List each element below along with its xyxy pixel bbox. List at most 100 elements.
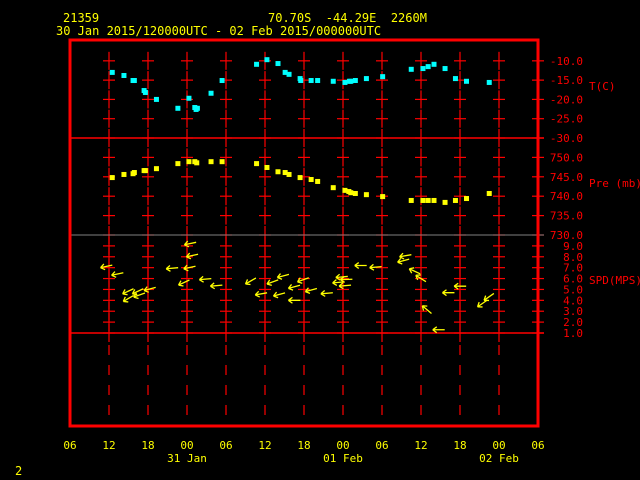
wind-arrow-shape bbox=[369, 263, 382, 271]
wind-arrow-shape bbox=[408, 267, 421, 275]
wind-arrow-shape bbox=[421, 305, 432, 314]
wind-arrow-shape bbox=[483, 292, 495, 302]
pressure-point bbox=[408, 197, 414, 203]
temperature-point bbox=[486, 79, 492, 85]
wind-arrow bbox=[177, 279, 190, 287]
temperature-point bbox=[363, 76, 369, 82]
x-tick-label: 00 bbox=[336, 439, 349, 452]
pressure-point bbox=[464, 196, 469, 202]
y-tick-label: -10.0 bbox=[550, 55, 583, 68]
wind-arrow-shape bbox=[442, 289, 455, 297]
wind-arrow bbox=[432, 326, 445, 334]
pressure-point bbox=[297, 175, 303, 181]
wind-arrow-shape bbox=[288, 296, 301, 304]
temperature-point bbox=[175, 105, 181, 111]
y-tick-label: -20.0 bbox=[550, 93, 583, 106]
wind-arrow bbox=[369, 263, 382, 271]
date-label: 02 Feb bbox=[479, 452, 519, 465]
wind-arrow-shape bbox=[276, 273, 290, 280]
wind-arrow bbox=[209, 282, 223, 290]
panel-label-temperature: T(C) bbox=[589, 80, 616, 93]
temperature-point bbox=[194, 105, 200, 111]
wind-arrow bbox=[320, 290, 333, 297]
wind-arrow bbox=[198, 275, 212, 283]
pressure-point bbox=[194, 160, 200, 166]
temperature-point bbox=[348, 78, 354, 84]
temperature-point bbox=[264, 57, 270, 63]
pressure-point bbox=[442, 199, 448, 205]
temperature-point bbox=[342, 79, 348, 85]
pressure-point bbox=[380, 194, 386, 200]
wind-arrow bbox=[183, 264, 196, 272]
temperature-point bbox=[131, 78, 137, 84]
pressure-point bbox=[431, 197, 437, 203]
wind-arrow bbox=[338, 282, 352, 290]
temperature-point bbox=[254, 61, 260, 67]
wind-arrow-shape bbox=[183, 264, 196, 272]
pressure-point bbox=[142, 168, 148, 174]
pressure-point bbox=[131, 170, 137, 176]
temperature-point bbox=[352, 78, 358, 84]
x-tick-label: 00 bbox=[180, 439, 193, 452]
wind-arrow-shape bbox=[185, 252, 199, 260]
wind-arrow bbox=[288, 296, 301, 304]
temperature-point bbox=[208, 90, 214, 96]
wind-arrow-shape bbox=[272, 291, 286, 299]
temperature-point bbox=[452, 76, 458, 82]
pressure-point bbox=[315, 178, 321, 184]
wind-arrow bbox=[354, 262, 367, 269]
temperature-point bbox=[425, 64, 431, 70]
pressure-point bbox=[121, 171, 127, 177]
wind-arrow-shape bbox=[177, 279, 190, 287]
x-tick-label: 00 bbox=[492, 439, 505, 452]
wind-arrow bbox=[272, 291, 286, 299]
temperature-point bbox=[308, 78, 314, 84]
wind-arrow bbox=[483, 292, 495, 302]
pressure-point bbox=[186, 159, 192, 165]
y-tick-label: -25.0 bbox=[550, 113, 583, 126]
wind-arrow-shape bbox=[100, 263, 113, 271]
x-tick-label: 18 bbox=[297, 439, 310, 452]
temperature-point bbox=[464, 78, 469, 84]
pressure-point bbox=[109, 175, 115, 181]
pressure-point bbox=[348, 190, 354, 196]
pressure-point bbox=[308, 177, 314, 183]
wind-arrow bbox=[399, 252, 412, 260]
pressure-point bbox=[286, 171, 292, 177]
meteogram-chart: -10.0 -15.0 -20.0 -25.0 -30.0 T(C) 750.0 745.0 7… bbox=[63, 38, 640, 465]
wind-arrow-shape bbox=[399, 252, 412, 260]
x-tick-label: 06 bbox=[219, 439, 232, 452]
wind-arrow bbox=[185, 252, 199, 260]
pressure-point bbox=[254, 161, 260, 167]
y-tick-label: 1.0 bbox=[563, 327, 583, 340]
x-tick-label: 06 bbox=[63, 439, 76, 452]
y-tick-label: 740.0 bbox=[550, 190, 583, 203]
wind-arrow-shape bbox=[338, 282, 352, 290]
panel-label-pressure: Pre (mb) bbox=[589, 177, 640, 190]
temperature-point bbox=[315, 78, 321, 84]
x-tick-label: 18 bbox=[453, 439, 466, 452]
wind-arrow-shape bbox=[432, 326, 445, 334]
pressure-point bbox=[153, 166, 159, 172]
wind-arrow bbox=[408, 267, 421, 275]
y-tick-label: 735.0 bbox=[550, 210, 583, 223]
pressure-point bbox=[219, 159, 225, 165]
wind-arrow bbox=[266, 279, 279, 287]
wind-arrow-shape bbox=[354, 262, 367, 269]
wind-arrow-shape bbox=[133, 292, 146, 300]
date-label: 01 Feb bbox=[323, 452, 363, 465]
pressure-point bbox=[208, 159, 214, 165]
temperature-point bbox=[186, 95, 192, 101]
temperature-point bbox=[286, 71, 292, 77]
temperature-point bbox=[298, 78, 304, 84]
x-tick-label: 12 bbox=[414, 439, 427, 452]
y-tick-label: 750.0 bbox=[550, 151, 583, 164]
wind-arrow-shape bbox=[198, 275, 212, 283]
wind-arrow bbox=[122, 288, 134, 296]
pressure-point bbox=[486, 190, 492, 196]
x-tick-label: 12 bbox=[102, 439, 115, 452]
date-label: 31 Jan bbox=[167, 452, 207, 465]
wind-arrow-shape bbox=[476, 299, 488, 308]
y-tick-label: -15.0 bbox=[550, 74, 583, 87]
wind-arrow-shape bbox=[304, 287, 318, 295]
